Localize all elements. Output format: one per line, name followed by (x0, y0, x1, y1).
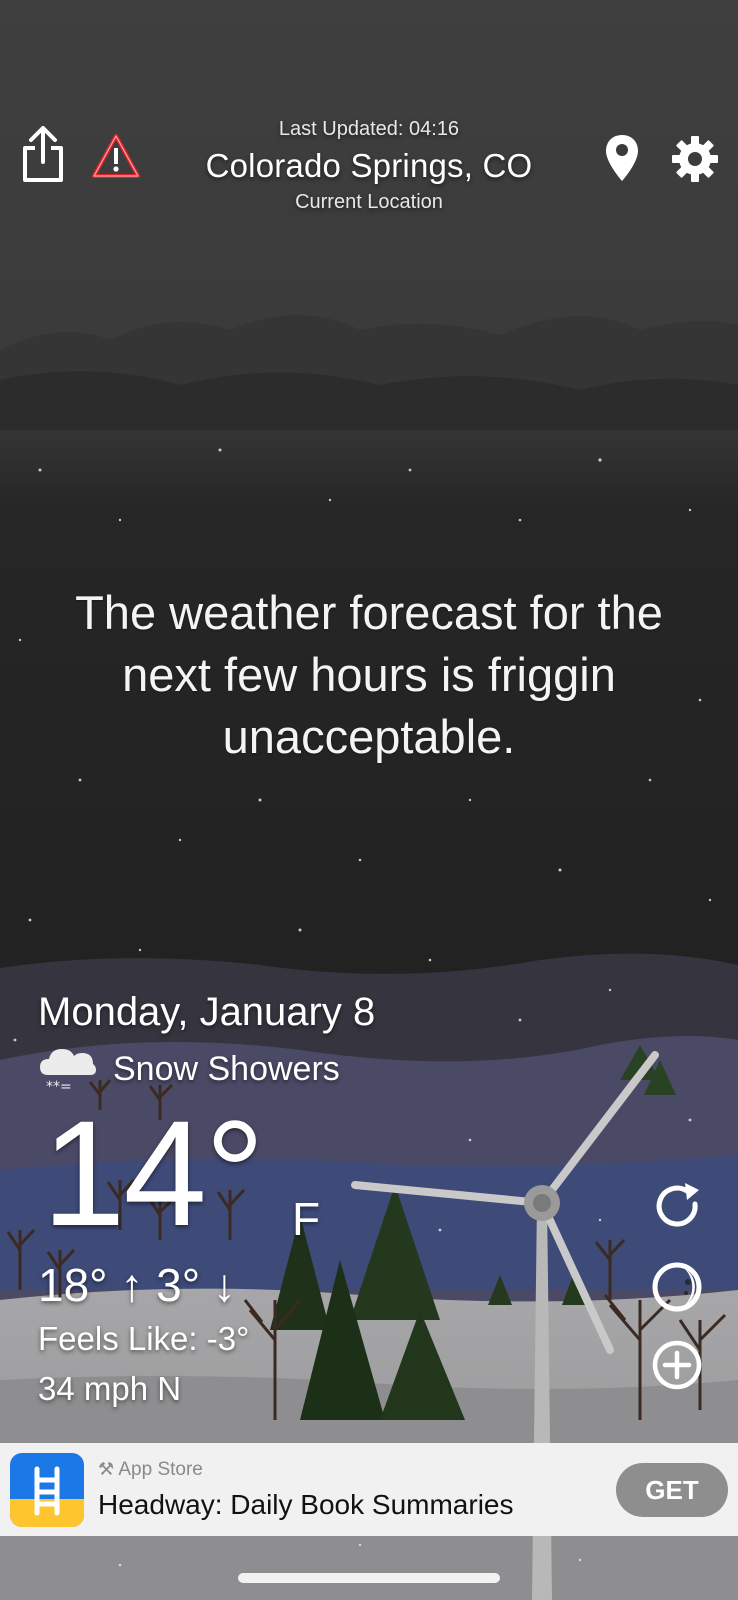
forecast-message: The weather forecast for the next few ho… (75, 586, 663, 763)
current-location-label: Current Location (295, 191, 443, 213)
refresh-icon[interactable] (651, 1180, 705, 1234)
high-low-temperature: 18° ↑ 3° ↓ (38, 1259, 236, 1311)
snow-cloud-icon: **= (40, 1049, 96, 1095)
ad-get-button[interactable]: GET (616, 1463, 728, 1517)
location-city[interactable]: Colorado Springs, CO (160, 147, 578, 185)
temperature-unit[interactable]: F (292, 1192, 320, 1246)
ad-store-label: ⚒ App Store (98, 1459, 203, 1480)
wind-speed: 34 mph N (38, 1370, 182, 1407)
weather-date: Monday, January 8 (38, 990, 376, 1034)
alert-warning-icon[interactable] (91, 133, 141, 179)
settings-gear-icon[interactable] (670, 134, 720, 184)
header: Last Updated: 04:16 Colorado Springs, CO… (0, 0, 738, 230)
location-pin-icon[interactable] (604, 133, 640, 183)
ad-app-icon[interactable] (10, 1453, 84, 1527)
current-temperature: 14° (42, 1089, 265, 1257)
last-updated-label: Last Updated: 04:16 (278, 118, 460, 140)
add-location-plus-icon[interactable] (651, 1339, 703, 1391)
ad-banner[interactable]: ⚒ App Store Headway: Daily Book Summarie… (0, 1443, 738, 1536)
share-icon[interactable] (22, 126, 64, 182)
weather-condition: Snow Showers (113, 1050, 340, 1088)
home-indicator[interactable] (238, 1573, 500, 1583)
feels-like-temperature: Feels Like: -3° (38, 1320, 250, 1357)
moon-phase-icon[interactable] (650, 1260, 704, 1314)
app-store-icon: ⚒ (98, 1459, 115, 1479)
ad-title: Headway: Daily Book Summaries (98, 1489, 514, 1520)
weather-scene-background (0, 0, 738, 1600)
